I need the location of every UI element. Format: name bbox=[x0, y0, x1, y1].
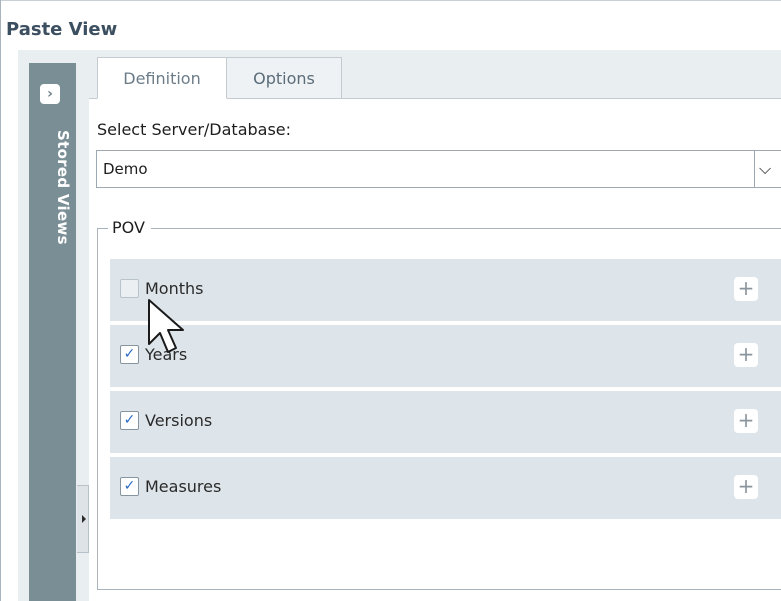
panel-top-border bbox=[0, 0, 781, 1]
measures-checkbox[interactable]: ✓ bbox=[120, 477, 139, 496]
stored-views-text: Stored Views bbox=[54, 129, 72, 245]
pov-row-months[interactable]: Months + bbox=[110, 259, 781, 321]
pov-legend: POV bbox=[108, 217, 151, 239]
tab-definition[interactable]: Definition bbox=[97, 57, 227, 99]
versions-label: Versions bbox=[145, 411, 213, 430]
measures-label: Measures bbox=[145, 477, 222, 496]
chevron-right-icon[interactable]: › bbox=[40, 84, 60, 104]
months-checkbox[interactable] bbox=[120, 279, 139, 298]
collapse-arrow-icon[interactable] bbox=[82, 515, 86, 523]
server-database-select[interactable]: Demo ⌵ bbox=[96, 150, 781, 188]
plus-icon[interactable]: + bbox=[734, 475, 758, 499]
mouse-pointer-icon bbox=[148, 299, 184, 353]
panel-title: Paste View bbox=[6, 19, 118, 40]
panel-left-border bbox=[0, 0, 1, 601]
chevron-down-icon[interactable]: ⌵ bbox=[755, 151, 781, 187]
plus-icon[interactable]: + bbox=[734, 409, 758, 433]
versions-checkbox[interactable]: ✓ bbox=[120, 411, 139, 430]
plus-icon[interactable]: + bbox=[734, 277, 758, 301]
pov-row-years[interactable]: ✓ Years + bbox=[110, 325, 781, 387]
server-database-value: Demo bbox=[103, 160, 148, 178]
pov-row-measures[interactable]: ✓ Measures + bbox=[110, 457, 781, 519]
stored-views-label[interactable]: Stored Views bbox=[28, 112, 72, 262]
tab-options[interactable]: Options bbox=[226, 57, 342, 99]
years-checkbox[interactable]: ✓ bbox=[120, 345, 139, 364]
server-database-label: Select Server/Database: bbox=[97, 120, 292, 139]
plus-icon[interactable]: + bbox=[734, 343, 758, 367]
pov-row-versions[interactable]: ✓ Versions + bbox=[110, 391, 781, 453]
